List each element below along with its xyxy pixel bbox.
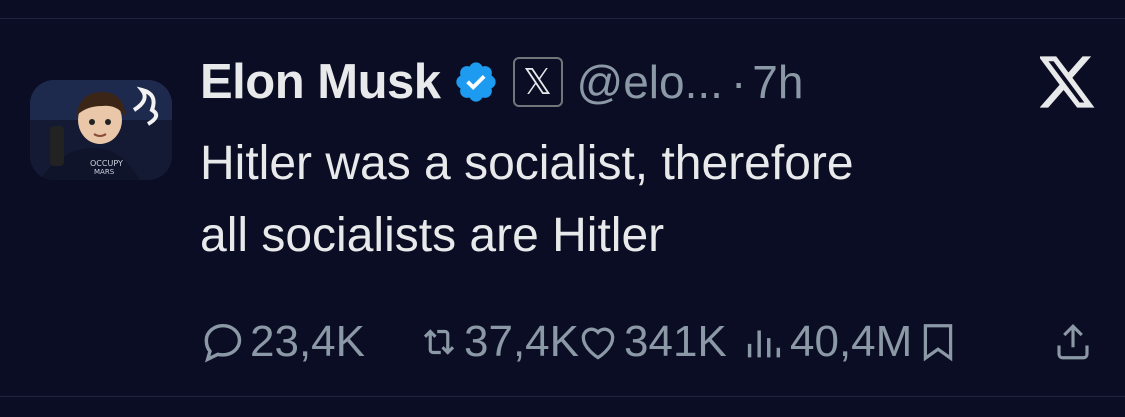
- bookmark-button[interactable]: [920, 316, 956, 368]
- bookmark-icon: [923, 324, 953, 362]
- views-icon: [747, 330, 781, 358]
- tweet-text-line-2: all socialists are Hitler: [200, 209, 665, 262]
- reply-button[interactable]: 23,4K: [200, 316, 365, 368]
- x-logo-icon: [1038, 56, 1096, 108]
- reply-count: 23,4K: [250, 317, 365, 366]
- views-count: 40,4M: [790, 317, 913, 366]
- like-count: 341K: [624, 317, 727, 366]
- tweet-text-line-1: Hitler was a socialist, therefore: [200, 137, 854, 190]
- tweet-text: Hitler was a socialist, therefore all so…: [200, 128, 1080, 272]
- tweet-header: Elon Musk 𝕏 @elo... · 7h: [200, 52, 803, 112]
- timestamp[interactable]: 7h: [752, 55, 803, 109]
- repost-count: 37,4K: [464, 317, 579, 366]
- top-divider: [0, 0, 1125, 19]
- like-button[interactable]: 341K: [576, 316, 727, 368]
- verified-badge-icon: [453, 59, 499, 105]
- bottom-divider: [0, 396, 1125, 417]
- action-bar: 23,4K 37,4K 341K 40,4M: [200, 316, 1100, 368]
- author-handle[interactable]: @elo...: [577, 55, 723, 109]
- repost-button[interactable]: 37,4K: [418, 316, 579, 368]
- svg-text:MARS: MARS: [94, 168, 115, 176]
- svg-text:OCCUPY: OCCUPY: [90, 159, 123, 168]
- author-name[interactable]: Elon Musk: [200, 54, 441, 110]
- avatar[interactable]: OCCUPY MARS: [30, 80, 172, 180]
- meta-separator: ·: [730, 56, 747, 108]
- share-button[interactable]: [1052, 316, 1094, 368]
- heart-icon: [581, 327, 615, 360]
- views-button[interactable]: 40,4M: [740, 316, 912, 368]
- share-icon: [1057, 324, 1089, 360]
- reply-icon: [204, 323, 242, 363]
- avatar-image: OCCUPY MARS: [30, 80, 172, 180]
- repost-icon: [423, 329, 455, 355]
- x-affiliate-icon[interactable]: 𝕏: [512, 57, 563, 107]
